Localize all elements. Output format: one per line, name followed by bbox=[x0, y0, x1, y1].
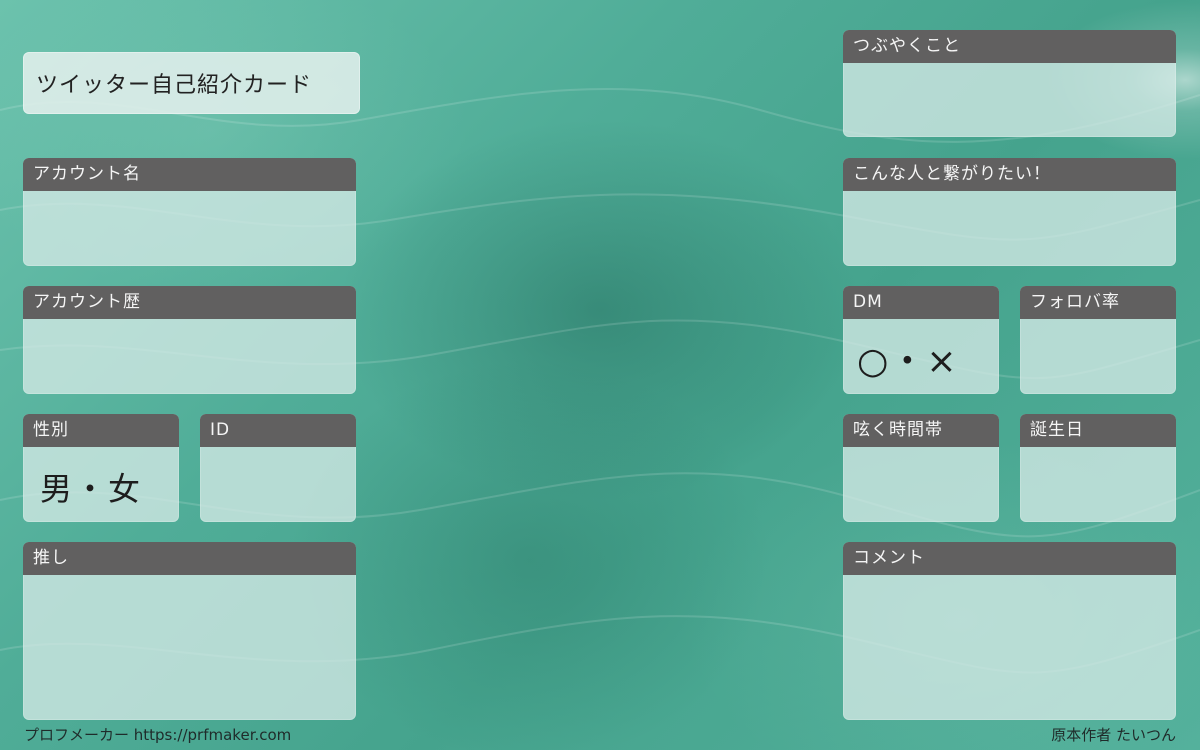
tweet-time-label: 呟く時間帯 bbox=[843, 414, 999, 447]
tweets-about-label: つぶやくこと bbox=[843, 30, 1176, 63]
dm-card: DM ○・× bbox=[843, 286, 999, 394]
dm-label: DM bbox=[843, 286, 999, 319]
oshi-label: 推し bbox=[23, 542, 356, 575]
gender-choice: 男・女 bbox=[40, 470, 143, 508]
tweet-time-field[interactable] bbox=[843, 447, 999, 522]
id-card: ID bbox=[200, 414, 356, 522]
comment-card: コメント bbox=[843, 542, 1176, 720]
gender-card: 性別 男・女 bbox=[23, 414, 179, 522]
page-title: ツイッター自己紹介カード bbox=[36, 73, 313, 98]
gender-field[interactable]: 男・女 bbox=[23, 447, 179, 522]
comment-label: コメント bbox=[843, 542, 1176, 575]
comment-field[interactable] bbox=[843, 575, 1176, 720]
title-card: ツイッター自己紹介カード bbox=[23, 52, 360, 114]
gender-label: 性別 bbox=[23, 414, 179, 447]
want-to-connect-card: こんな人と繋がりたい！ bbox=[843, 158, 1176, 266]
tweet-time-card: 呟く時間帯 bbox=[843, 414, 999, 522]
id-label: ID bbox=[200, 414, 356, 447]
tweets-about-field[interactable] bbox=[843, 63, 1176, 137]
oshi-field[interactable] bbox=[23, 575, 356, 720]
account-history-label: アカウント歴 bbox=[23, 286, 356, 319]
dm-field[interactable]: ○・× bbox=[843, 319, 999, 394]
birthday-field[interactable] bbox=[1020, 447, 1176, 522]
account-name-field[interactable] bbox=[23, 191, 356, 266]
follow-back-rate-card: フォロバ率 bbox=[1020, 286, 1176, 394]
dm-choice: ○・× bbox=[857, 341, 958, 382]
account-history-field[interactable] bbox=[23, 319, 356, 394]
tweets-about-card: つぶやくこと bbox=[843, 30, 1176, 137]
birthday-card: 誕生日 bbox=[1020, 414, 1176, 522]
account-name-label: アカウント名 bbox=[23, 158, 356, 191]
follow-back-rate-field[interactable] bbox=[1020, 319, 1176, 394]
oshi-card: 推し bbox=[23, 542, 356, 720]
want-to-connect-field[interactable] bbox=[843, 191, 1176, 266]
follow-back-rate-label: フォロバ率 bbox=[1020, 286, 1176, 319]
want-to-connect-label: こんな人と繋がりたい！ bbox=[843, 158, 1176, 191]
account-name-card: アカウント名 bbox=[23, 158, 356, 266]
birthday-label: 誕生日 bbox=[1020, 414, 1176, 447]
account-history-card: アカウント歴 bbox=[23, 286, 356, 394]
footer-left-text: プロフメーカー https://prfmaker.com bbox=[24, 726, 292, 744]
id-field[interactable] bbox=[200, 447, 356, 522]
footer-right-text: 原本作者 たいつん bbox=[1051, 726, 1176, 744]
